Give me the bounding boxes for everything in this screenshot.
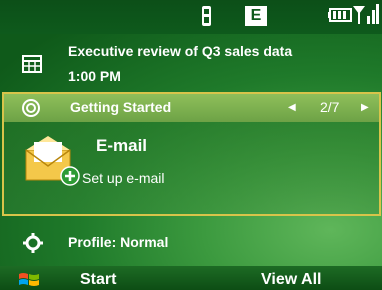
network-badge: E bbox=[245, 6, 267, 26]
pager-indicator: 2/7 bbox=[320, 99, 340, 115]
gear-icon bbox=[23, 233, 43, 253]
getting-started-icon bbox=[22, 99, 40, 117]
start-softkey[interactable]: Start bbox=[80, 271, 116, 289]
phone-icon bbox=[202, 6, 211, 26]
appointment-time: 1:00 PM bbox=[68, 68, 121, 84]
getting-started-header: Getting Started ◀ 2/7 ▶ bbox=[4, 94, 379, 122]
calendar-icon bbox=[22, 55, 42, 73]
appointment-title: Executive review of Q3 sales data bbox=[68, 43, 293, 59]
next-arrow-icon[interactable]: ▶ bbox=[361, 102, 369, 113]
softkey-bar: Start View All bbox=[0, 266, 382, 290]
getting-started-panel[interactable]: Getting Started ◀ 2/7 ▶ E-mail Set up e-… bbox=[2, 92, 381, 216]
profile-label: Profile: Normal bbox=[68, 234, 169, 250]
view-all-softkey[interactable]: View All bbox=[261, 271, 321, 289]
status-bar: E bbox=[0, 0, 382, 34]
appointment-item[interactable]: Executive review of Q3 sales data 1:00 P… bbox=[0, 34, 382, 92]
getting-started-label: Getting Started bbox=[70, 99, 172, 115]
signal-icon bbox=[353, 4, 379, 24]
email-setup-icon bbox=[25, 136, 80, 186]
profile-item[interactable]: Profile: Normal bbox=[0, 228, 382, 258]
email-item-title: E-mail bbox=[96, 136, 148, 155]
previous-arrow-icon[interactable]: ◀ bbox=[288, 102, 296, 113]
windows-flag-icon[interactable] bbox=[18, 271, 40, 289]
battery-icon bbox=[328, 8, 352, 22]
email-item-subtitle: Set up e-mail bbox=[82, 170, 165, 186]
